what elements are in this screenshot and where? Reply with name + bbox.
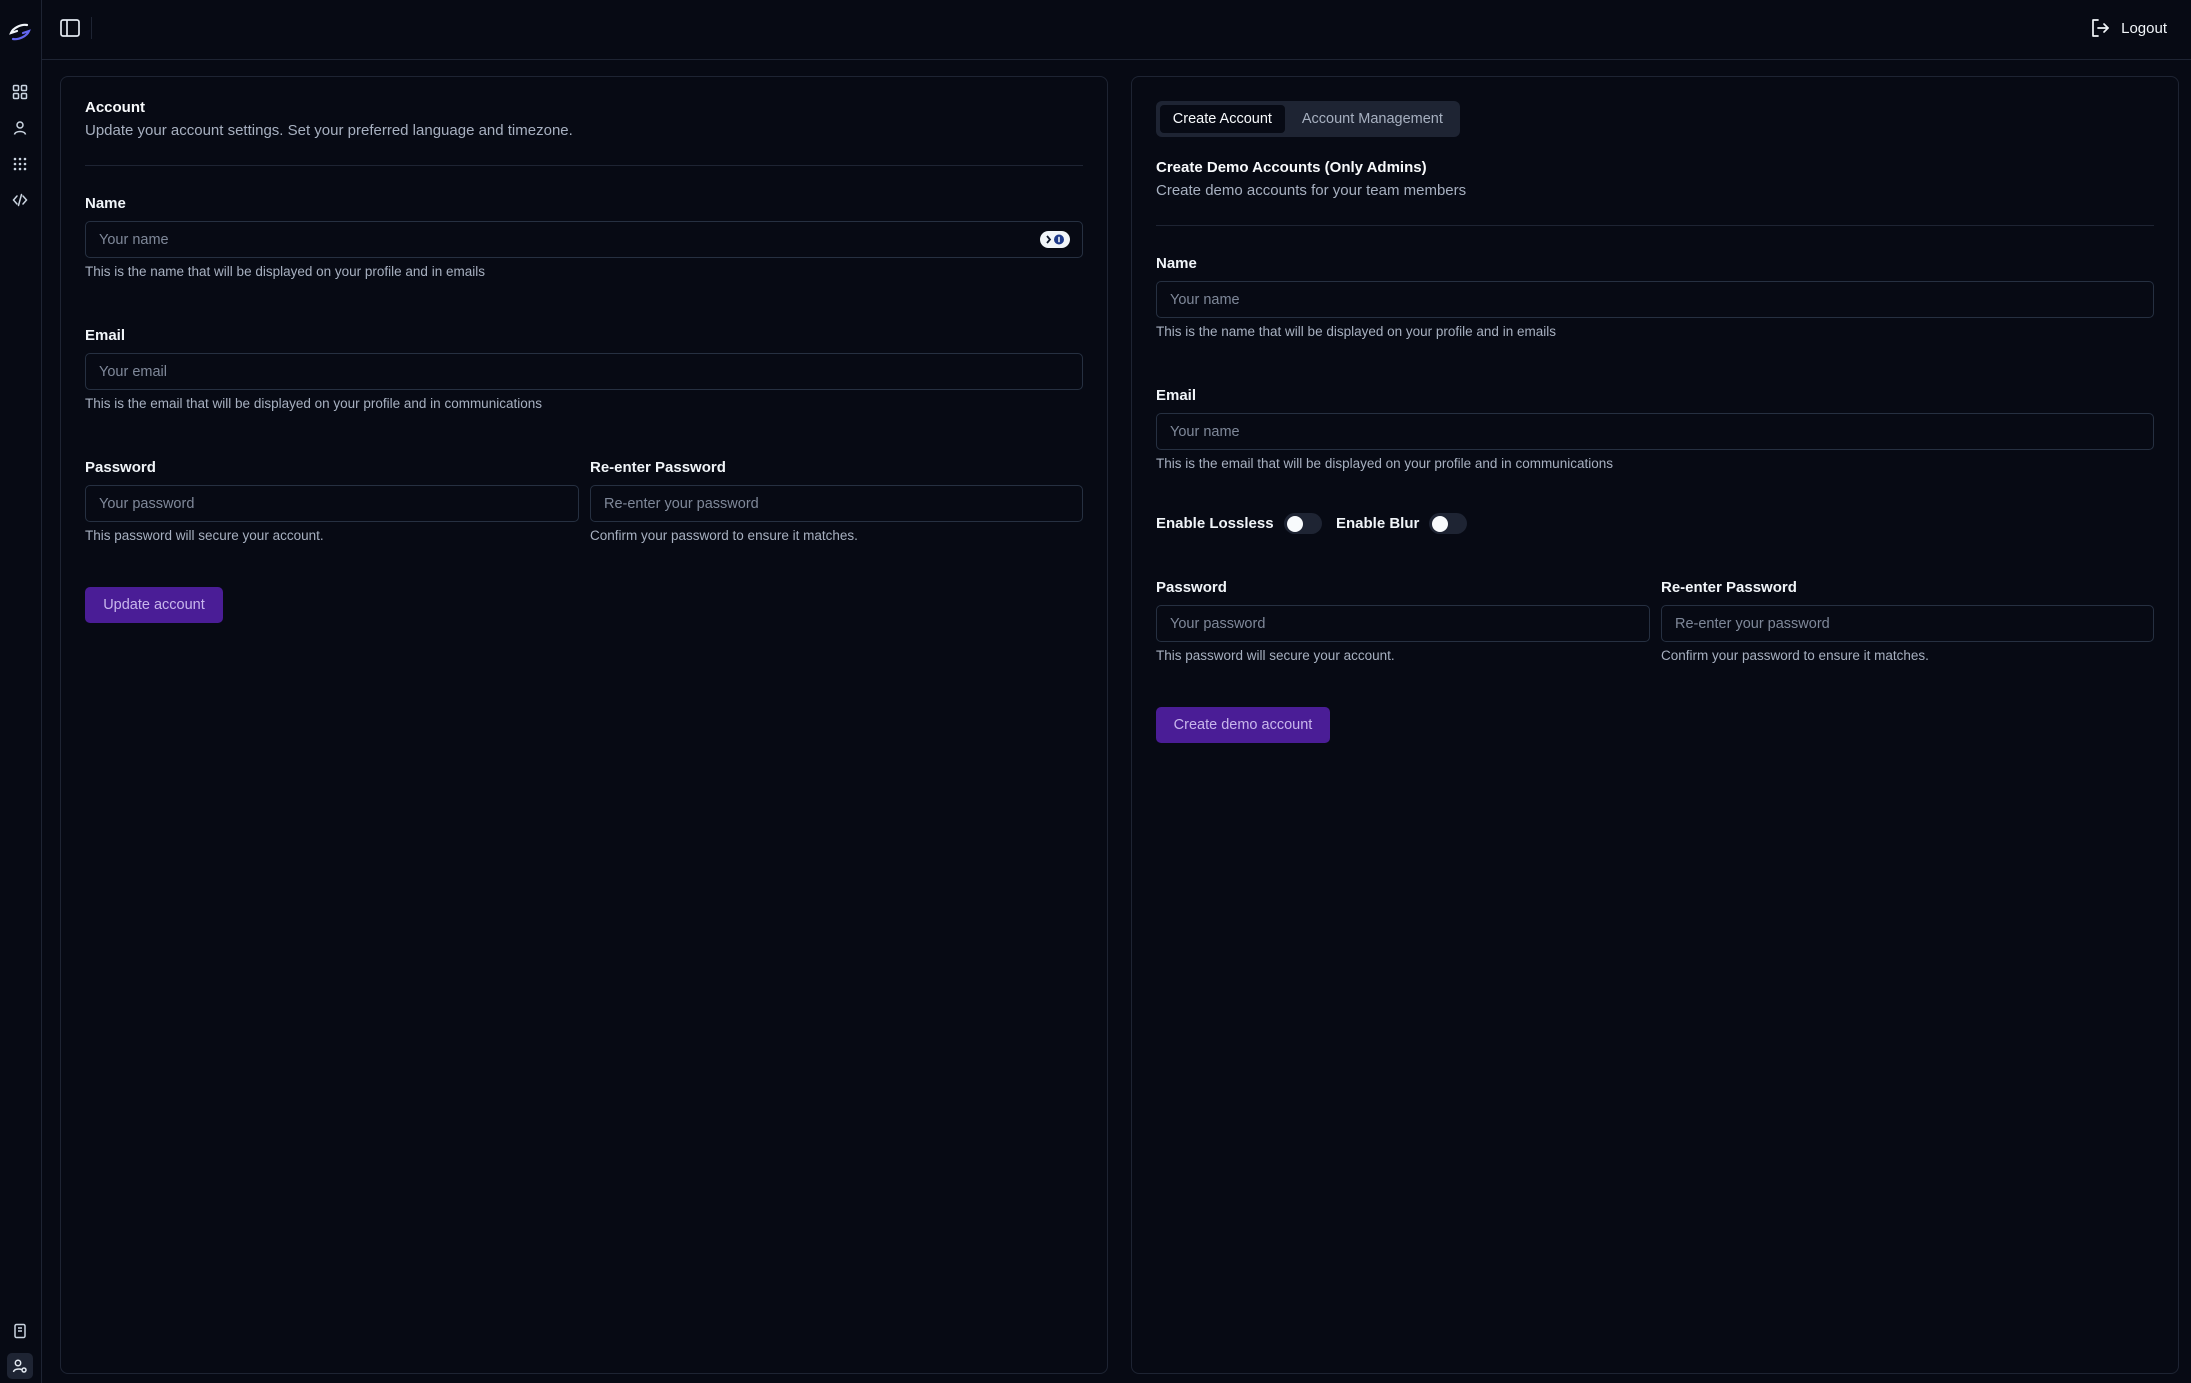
- password-hint: This password will secure your account.: [85, 528, 324, 543]
- password-label: Password: [85, 459, 156, 476]
- demo-reenter-password-label: Re-enter Password: [1661, 579, 1797, 596]
- demo-divider: [1156, 225, 2154, 226]
- dashboard-icon[interactable]: [9, 81, 31, 103]
- demo-email-input[interactable]: Your name: [1156, 413, 2154, 450]
- demo-password-hint: This password will secure your account.: [1156, 648, 1395, 663]
- sidebar: [0, 0, 42, 1383]
- reenter-password-placeholder: Re-enter your password: [604, 495, 759, 512]
- email-input[interactable]: Your email: [85, 353, 1083, 390]
- reenter-password-label: Re-enter Password: [590, 459, 726, 476]
- demo-title: Create Demo Accounts (Only Admins): [1156, 159, 1427, 176]
- blur-switch[interactable]: [1429, 513, 1468, 534]
- demo-password-label: Password: [1156, 579, 1227, 596]
- logout-label: Logout: [2121, 19, 2167, 37]
- account-title: Account: [85, 99, 145, 116]
- demo-reenter-password-hint: Confirm your password to ensure it match…: [1661, 648, 1929, 663]
- sidebar-toggle-icon[interactable]: [58, 16, 82, 40]
- demo-password-placeholder: Your password: [1170, 615, 1266, 632]
- account-description: Update your account settings. Set your p…: [85, 122, 573, 139]
- blur-toggle-row: Enable Blur: [1336, 513, 1468, 534]
- demo-reenter-password-input[interactable]: Re-enter your password: [1661, 605, 2154, 642]
- reenter-password-input[interactable]: Re-enter your password: [590, 485, 1083, 522]
- account-divider: [85, 165, 1083, 166]
- name-placeholder: Your name: [99, 231, 169, 248]
- account-card: Account Update your account settings. Se…: [60, 76, 1108, 1374]
- demo-accounts-card: Create Account Account Management Create…: [1131, 76, 2179, 1374]
- email-placeholder: Your email: [99, 363, 167, 380]
- name-input[interactable]: Your name: [85, 221, 1083, 258]
- password-input[interactable]: Your password: [85, 485, 579, 522]
- blur-switch-knob: [1432, 515, 1449, 532]
- create-demo-account-button[interactable]: Create demo account: [1156, 707, 1330, 743]
- demo-email-label: Email: [1156, 387, 1197, 404]
- email-hint: This is the email that will be displayed…: [85, 396, 542, 411]
- lossless-switch[interactable]: [1283, 513, 1322, 534]
- lossless-switch-knob: [1286, 515, 1303, 532]
- notebook-icon[interactable]: [9, 1320, 31, 1342]
- apps-grid-icon[interactable]: [9, 153, 31, 175]
- name-hint: This is the name that will be displayed …: [85, 264, 485, 279]
- email-label: Email: [85, 327, 126, 344]
- blur-label: Enable Blur: [1336, 515, 1420, 532]
- logout-icon: [2089, 17, 2111, 39]
- password-manager-icon[interactable]: [1040, 231, 1070, 248]
- topbar-separator: [91, 17, 92, 39]
- logout-button[interactable]: Logout: [2089, 14, 2167, 42]
- update-account-button[interactable]: Update account: [85, 587, 223, 623]
- demo-name-input[interactable]: Your name: [1156, 281, 2154, 318]
- demo-description: Create demo accounts for your team membe…: [1156, 182, 1467, 199]
- demo-name-hint: This is the name that will be displayed …: [1156, 324, 1556, 339]
- lossless-toggle-row: Enable Lossless: [1156, 513, 1322, 534]
- tab-create-account[interactable]: Create Account: [1160, 105, 1285, 133]
- user-icon[interactable]: [9, 117, 31, 139]
- reenter-password-hint: Confirm your password to ensure it match…: [590, 528, 858, 543]
- demo-password-input[interactable]: Your password: [1156, 605, 1650, 642]
- app-logo[interactable]: [7, 19, 33, 45]
- user-settings-icon[interactable]: [7, 1353, 33, 1379]
- lossless-label: Enable Lossless: [1156, 515, 1274, 532]
- demo-email-placeholder: Your name: [1170, 423, 1240, 440]
- tab-account-management[interactable]: Account Management: [1289, 105, 1456, 133]
- account-tabs: Create Account Account Management: [1156, 101, 1460, 137]
- demo-email-hint: This is the email that will be displayed…: [1156, 456, 1613, 471]
- code-icon[interactable]: [9, 189, 31, 211]
- name-label: Name: [85, 195, 126, 212]
- demo-name-placeholder: Your name: [1170, 291, 1240, 308]
- demo-name-label: Name: [1156, 255, 1197, 272]
- top-bar: Logout: [42, 0, 2191, 60]
- demo-reenter-password-placeholder: Re-enter your password: [1675, 615, 1830, 632]
- password-placeholder: Your password: [99, 495, 195, 512]
